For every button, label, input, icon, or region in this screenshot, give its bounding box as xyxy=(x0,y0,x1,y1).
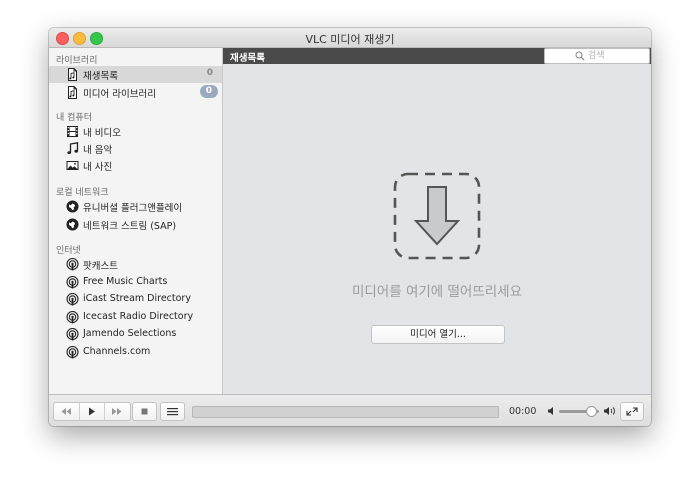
film-icon xyxy=(67,126,78,137)
search-input[interactable] xyxy=(588,49,646,63)
playlist-count: 0 xyxy=(206,68,213,78)
window-title: VLC 미디어 재생기 xyxy=(305,33,395,46)
sidebar-item-label: Free Music Charts xyxy=(83,276,168,287)
sidebar-item-jamendo[interactable]: Jamendo Selections xyxy=(49,326,222,343)
play-icon xyxy=(89,407,95,416)
fullscreen-button[interactable] xyxy=(620,402,644,421)
playlist-toggle-button[interactable] xyxy=(160,402,185,421)
podcast-icon xyxy=(66,276,79,289)
sidebar-item-label: 유니버셜 플러그앤플레이 xyxy=(83,203,183,214)
sidebar-item-sap[interactable]: 네트워크 스트림 (SAP) xyxy=(49,216,222,233)
sidebar-item-my-videos[interactable]: 내 비디오 xyxy=(49,123,222,140)
sidebar-item-my-pictures[interactable]: 내 사진 xyxy=(49,157,222,174)
podcast-icon xyxy=(66,293,79,306)
sidebar-item-media-library[interactable]: 미디어 라이브러리 0 xyxy=(49,84,222,101)
fullscreen-icon xyxy=(626,407,638,416)
volume-mute-icon[interactable] xyxy=(547,405,557,417)
sidebar-item-label: 네트워크 스트림 (SAP) xyxy=(83,221,177,232)
sidebar-item-my-music[interactable]: 내 음악 xyxy=(49,140,222,157)
drop-hint-text: 미디어를 여기에 떨어뜨리세요 xyxy=(351,284,523,300)
network-globe-icon xyxy=(66,218,79,231)
sidebar-item-upnp[interactable]: 유니버셜 플러그앤플레이 xyxy=(49,198,222,215)
media-library-count-badge: 0 xyxy=(199,85,218,98)
sidebar-item-label: 내 음악 xyxy=(83,145,113,156)
podcast-icon xyxy=(66,328,79,341)
seek-bar[interactable] xyxy=(192,406,499,418)
sidebar-item-channels[interactable]: Channels.com xyxy=(49,344,222,361)
elapsed-time: 00:00 xyxy=(509,406,537,417)
section-title-local-network: 로컬 네트워크 xyxy=(56,188,109,198)
open-media-button[interactable]: 미디어 열기... xyxy=(371,325,505,344)
vlc-window: VLC 미디어 재생기 라이브러리 재생목록 0 미디어 라이브러리 0 내 컴… xyxy=(49,28,651,426)
podcast-icon xyxy=(66,346,79,359)
content-header: 재생목록 xyxy=(223,48,651,64)
photo-icon xyxy=(66,161,79,170)
search-field[interactable] xyxy=(544,48,650,64)
sidebar-item-label: 내 사진 xyxy=(83,162,113,173)
next-button[interactable] xyxy=(104,403,129,420)
player-controls: 00:00 xyxy=(49,394,651,426)
podcast-icon xyxy=(66,258,79,271)
sidebar-item-label: Icecast Radio Directory xyxy=(83,311,194,322)
title-bar[interactable]: VLC 미디어 재생기 xyxy=(49,28,651,48)
sidebar: 라이브러리 재생목록 0 미디어 라이브러리 0 내 컴퓨터 내 비디오 내 음… xyxy=(49,48,223,394)
sidebar-item-label: 미디어 라이브러리 xyxy=(83,89,156,100)
transport-group xyxy=(53,402,131,421)
previous-button[interactable] xyxy=(54,403,80,420)
sidebar-item-playlist[interactable]: 재생목록 0 xyxy=(49,66,222,83)
volume-slider-knob[interactable] xyxy=(586,406,597,417)
volume-max-icon[interactable] xyxy=(603,405,616,417)
network-globe-icon xyxy=(66,200,79,213)
sidebar-item-label: 재생목록 xyxy=(83,71,118,82)
rewind-icon xyxy=(61,408,71,415)
sidebar-item-free-music-charts[interactable]: Free Music Charts xyxy=(49,274,222,291)
podcast-icon xyxy=(66,311,79,324)
sidebar-item-label: iCast Stream Directory xyxy=(83,293,191,304)
sidebar-item-label: 팟캐스트 xyxy=(83,261,118,272)
playlist-doc-icon xyxy=(68,68,77,81)
stop-icon xyxy=(141,408,148,415)
play-button[interactable] xyxy=(79,403,105,420)
music-note-icon xyxy=(67,142,79,154)
content-header-title: 재생목록 xyxy=(230,53,265,64)
sidebar-item-icast[interactable]: iCast Stream Directory xyxy=(49,291,222,308)
sidebar-item-label: 내 비디오 xyxy=(83,128,121,139)
sidebar-item-podcasts[interactable]: 팟캐스트 xyxy=(49,256,222,273)
drop-target-icon xyxy=(393,172,481,260)
section-title-library: 라이브러리 xyxy=(56,56,98,66)
media-library-doc-icon xyxy=(68,86,77,99)
stop-button[interactable] xyxy=(132,402,157,421)
sidebar-item-label: Jamendo Selections xyxy=(83,328,177,339)
playlist-content: 재생목록 미디어를 여기에 떨어뜨리세요 미디어 열기... xyxy=(223,48,651,394)
fast-forward-icon xyxy=(112,408,122,415)
sidebar-item-label: Channels.com xyxy=(83,346,151,357)
list-icon xyxy=(167,408,178,416)
section-title-internet: 인터넷 xyxy=(56,246,81,256)
sidebar-item-icecast[interactable]: Icecast Radio Directory xyxy=(49,309,222,326)
section-title-my-computer: 내 컴퓨터 xyxy=(56,113,92,123)
search-icon xyxy=(575,51,585,61)
